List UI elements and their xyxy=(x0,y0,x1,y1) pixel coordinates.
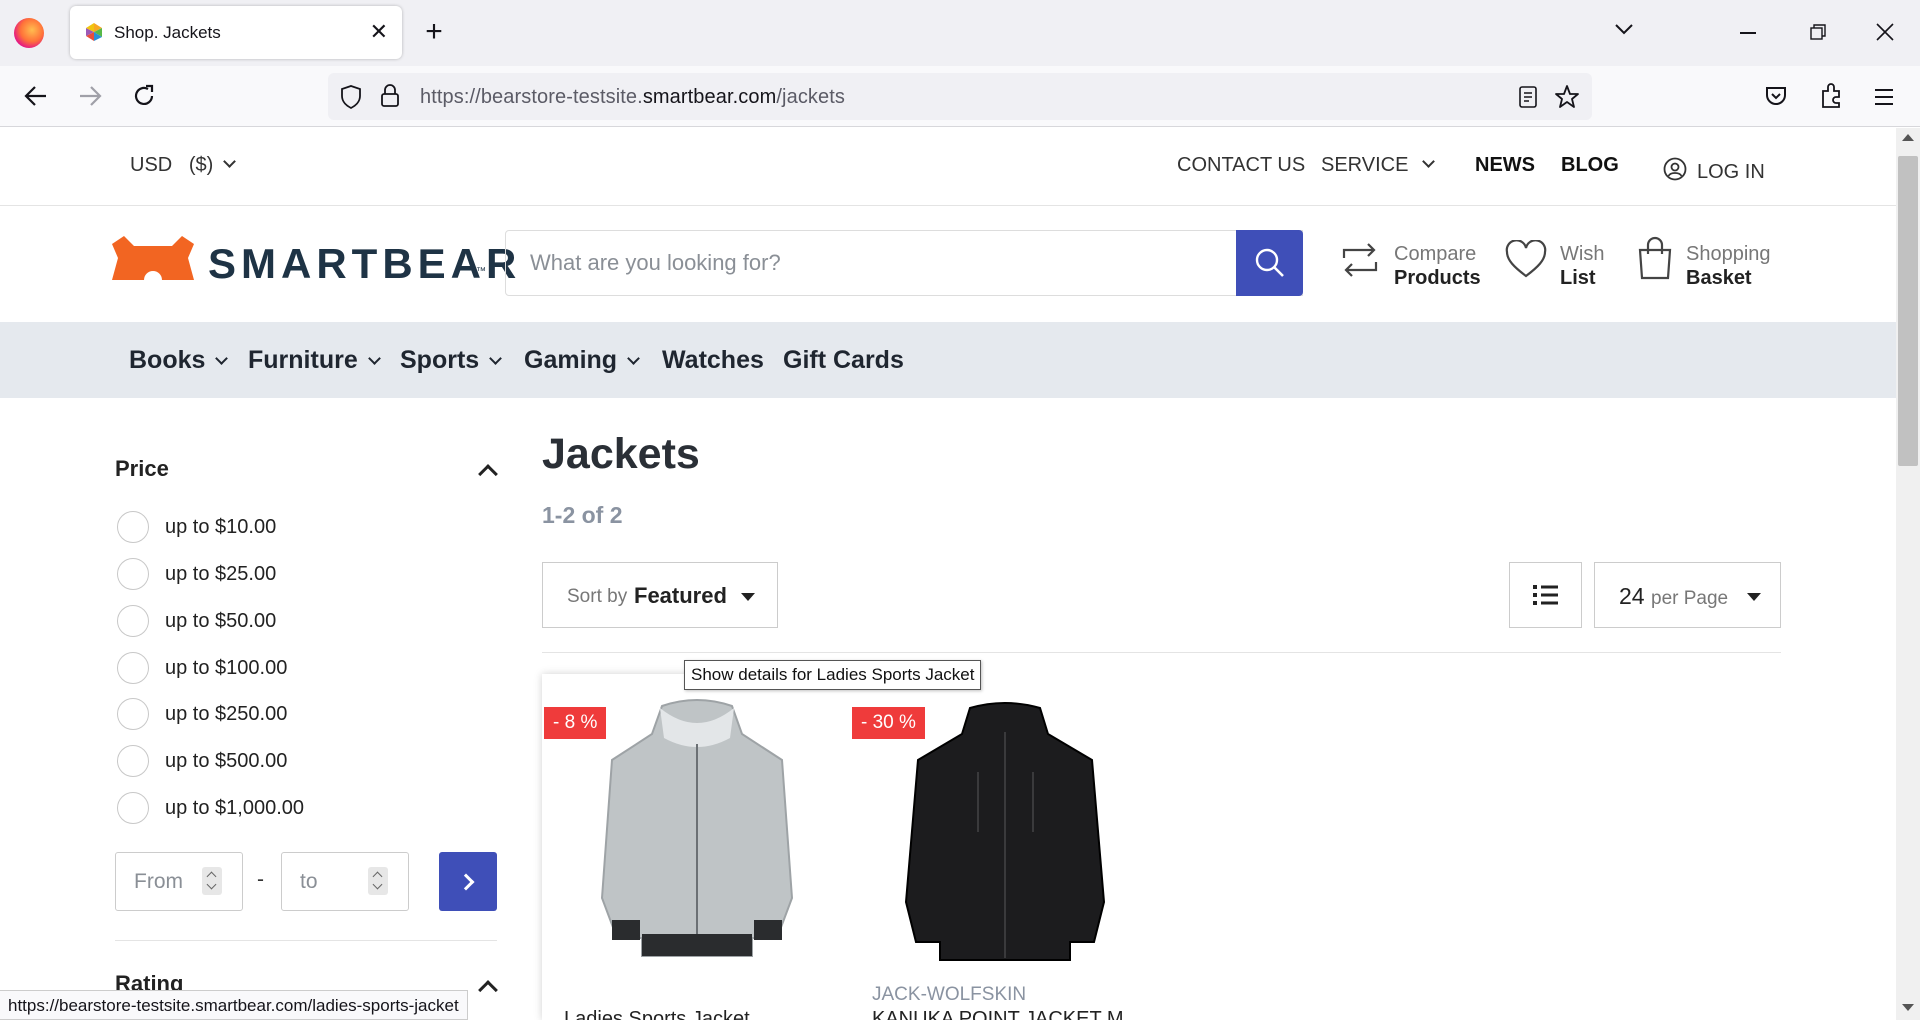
browser-tab-bar: Shop. Jackets ✕ + xyxy=(0,0,1920,66)
sort-dropdown[interactable]: Sort by Featured xyxy=(542,562,778,628)
radio-button[interactable] xyxy=(117,511,149,543)
product-brand[interactable]: JACK-WOLFSKIN xyxy=(872,984,1026,1006)
discount-badge: - 8 % xyxy=(544,707,607,739)
product-tooltip: Show details for Ladies Sports Jacket xyxy=(684,660,982,690)
radio-button[interactable] xyxy=(117,792,149,824)
tab-shop-jackets[interactable]: Shop. Jackets ✕ xyxy=(70,6,402,59)
minimize-icon[interactable] xyxy=(1740,32,1756,34)
menu-icon[interactable] xyxy=(1874,88,1894,111)
result-count: 1-2 of 2 xyxy=(542,502,623,528)
back-icon[interactable] xyxy=(24,85,48,112)
url-bar[interactable]: https://bearstore-testsite.smartbear.com… xyxy=(328,73,1592,120)
heart-icon xyxy=(1505,240,1547,278)
per-page-dropdown[interactable]: 24 per Page xyxy=(1594,562,1781,628)
product-image-jacket[interactable] xyxy=(592,698,802,963)
tracking-shield-icon[interactable] xyxy=(340,85,362,114)
compare-icon xyxy=(1342,243,1378,277)
news-link[interactable]: NEWS xyxy=(1475,154,1535,177)
restore-icon[interactable] xyxy=(1810,24,1826,45)
search-icon xyxy=(1255,248,1284,277)
chevron-down-icon xyxy=(489,352,503,365)
site-favicon-icon xyxy=(84,22,104,42)
caret-down-icon xyxy=(1747,593,1761,601)
price-from-box xyxy=(115,852,243,911)
scrollbar-thumb[interactable] xyxy=(1898,156,1918,466)
url-text[interactable]: https://bearstore-testsite.smartbear.com… xyxy=(420,86,845,109)
radio-button[interactable] xyxy=(117,652,149,684)
bear-logo-icon xyxy=(112,236,194,280)
login-link[interactable]: LOG IN xyxy=(1663,154,1765,184)
scroll-down-icon[interactable] xyxy=(1902,1004,1914,1011)
new-tab-icon[interactable]: + xyxy=(416,17,452,47)
product-name[interactable]: KANUKA POINT JACKET M xyxy=(872,1008,1124,1020)
search-box xyxy=(505,230,1303,296)
search-button[interactable] xyxy=(1236,230,1303,296)
reader-view-icon[interactable] xyxy=(1518,86,1538,113)
list-all-tabs-icon[interactable] xyxy=(1614,22,1634,41)
smartbear-logo[interactable]: SMARTBEAR ™ xyxy=(112,234,516,287)
logo-trademark: ™ xyxy=(476,266,486,277)
pocket-icon[interactable] xyxy=(1764,85,1788,112)
lock-icon[interactable] xyxy=(380,84,400,113)
list-icon xyxy=(1533,585,1558,605)
web-page: USD ($) CONTACT US SERVICE NEWS BLOG LOG… xyxy=(0,128,1896,1020)
spinner-icon[interactable] xyxy=(202,867,222,895)
radio-button[interactable] xyxy=(117,558,149,590)
chevron-down-icon xyxy=(367,352,381,365)
caret-down-icon xyxy=(741,593,755,601)
nav-item-sports[interactable]: Sports xyxy=(400,346,503,375)
search-input[interactable] xyxy=(506,231,1236,295)
toolbar-divider xyxy=(542,652,1781,653)
chevron-up-icon[interactable] xyxy=(478,464,498,484)
chevron-up-icon[interactable] xyxy=(478,980,498,1000)
nav-item-furniture[interactable]: Furniture xyxy=(248,346,381,375)
list-view-button[interactable] xyxy=(1509,562,1582,628)
category-nav: Books Furniture Sports Gaming Watches Gi… xyxy=(0,322,1896,398)
logo-wordmark: SMARTBEAR xyxy=(208,240,522,287)
blog-link[interactable]: BLOG xyxy=(1561,154,1619,177)
price-from-input[interactable] xyxy=(116,853,206,910)
utility-bar: USD ($) CONTACT US SERVICE NEWS BLOG LOG… xyxy=(0,128,1896,206)
product-name[interactable]: Ladies Sports Jacket xyxy=(564,1008,750,1020)
jacket-image-icon xyxy=(904,702,1106,961)
chevron-down-icon xyxy=(223,155,237,168)
status-bar-url: https://bearstore-testsite.smartbear.com… xyxy=(0,990,468,1020)
tab-title: Shop. Jackets xyxy=(114,23,221,42)
apply-price-button[interactable] xyxy=(439,852,497,911)
shopping-bag-icon xyxy=(1638,236,1672,280)
user-icon xyxy=(1663,157,1687,181)
reload-icon[interactable] xyxy=(132,84,156,113)
site-header: SMARTBEAR ™ CompareProducts WishList Sho… xyxy=(0,206,1896,322)
radio-button[interactable] xyxy=(117,698,149,730)
nav-item-books[interactable]: Books xyxy=(129,346,229,375)
chevron-down-icon xyxy=(1422,155,1436,168)
bookmark-star-icon[interactable] xyxy=(1554,84,1580,115)
price-to-box xyxy=(281,852,409,911)
nav-item-watches[interactable]: Watches xyxy=(662,346,764,375)
spinner-icon[interactable] xyxy=(368,867,388,895)
radio-button[interactable] xyxy=(117,605,149,637)
contact-us-link[interactable]: CONTACT US xyxy=(1177,154,1305,177)
product-image-jacket[interactable] xyxy=(898,702,1112,964)
currency-selector[interactable]: USD ($) xyxy=(130,154,237,177)
firefox-icon xyxy=(14,18,44,48)
chevron-down-icon xyxy=(627,352,640,365)
radio-button[interactable] xyxy=(117,745,149,777)
tab-close-icon[interactable]: ✕ xyxy=(370,18,388,46)
extensions-icon[interactable] xyxy=(1819,83,1843,114)
forward-icon[interactable] xyxy=(78,85,102,112)
service-menu[interactable]: SERVICE xyxy=(1321,154,1436,177)
filter-divider xyxy=(115,940,497,941)
range-dash: - xyxy=(257,868,264,891)
page-title: Jackets xyxy=(542,430,700,478)
nav-item-gift-cards[interactable]: Gift Cards xyxy=(783,346,904,375)
discount-badge: - 30 % xyxy=(852,707,925,739)
price-to-input[interactable] xyxy=(282,853,372,910)
jacket-image-icon xyxy=(600,699,794,957)
chevron-down-icon xyxy=(215,352,229,365)
close-window-icon[interactable] xyxy=(1876,23,1894,46)
scroll-up-icon[interactable] xyxy=(1902,134,1914,141)
price-filter-heading[interactable]: Price xyxy=(115,456,169,482)
nav-item-gaming[interactable]: Gaming xyxy=(524,346,640,375)
